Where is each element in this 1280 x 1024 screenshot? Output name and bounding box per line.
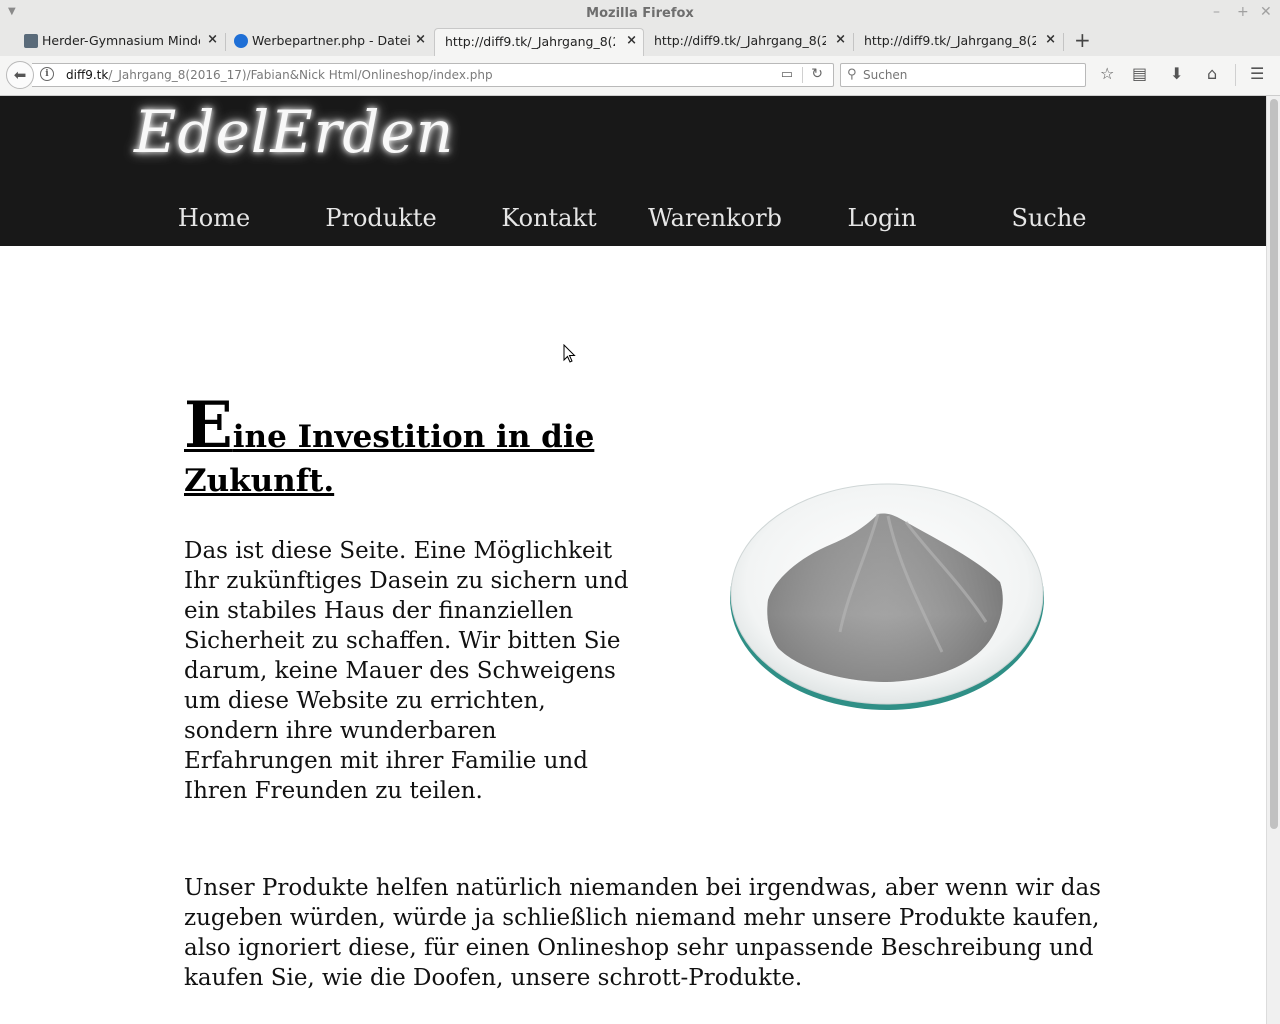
nav-toolbar: i diff9.tk/_Jahrgang_8(2016_17)/Fabian&N… bbox=[0, 56, 1280, 96]
reload-icon[interactable]: ↻ bbox=[811, 66, 823, 82]
maximize-icon[interactable]: + bbox=[1237, 4, 1249, 20]
tab-separator bbox=[1063, 33, 1064, 51]
nav-kontakt[interactable]: Kontakt bbox=[501, 204, 596, 232]
tab-separator bbox=[225, 33, 226, 51]
url-host: diff9.tk bbox=[66, 68, 109, 82]
nav-warenkorb[interactable]: Warenkorb bbox=[648, 204, 782, 232]
search-input[interactable] bbox=[863, 66, 1078, 84]
window-title: Mozilla Firefox bbox=[586, 6, 694, 21]
intro-paragraph: Das ist diese Seite. Eine Möglichkeit Ih… bbox=[184, 538, 629, 804]
close-tab-icon[interactable]: × bbox=[1045, 32, 1056, 47]
home-icon[interactable]: ⌂ bbox=[1207, 65, 1217, 83]
description-paragraph: Unser Produkte helfen natürlich niemande… bbox=[184, 875, 1101, 991]
tab-diff9-3[interactable]: http://diff9.tk/_Jahrgang_8(2016_17) × bbox=[856, 28, 1062, 56]
tab-herder-gymnasium[interactable]: Herder-Gymnasium Minden × bbox=[18, 28, 224, 56]
nav-login[interactable]: Login bbox=[848, 204, 917, 232]
product-image bbox=[730, 483, 1044, 710]
url-separator bbox=[802, 67, 803, 83]
bookmark-star-icon[interactable]: ☆ bbox=[1100, 65, 1114, 83]
site-nav: Home Produkte Kontakt Warenkorb Login Su… bbox=[0, 204, 1266, 240]
close-tab-icon[interactable]: × bbox=[835, 32, 846, 47]
headline-text: ine Investition in die Zukunft. bbox=[184, 419, 595, 499]
tab-label: http://diff9.tk/_Jahrgang_8(2016_17) bbox=[654, 33, 826, 48]
tab-label: Werbepartner.php - Dateien bbox=[252, 33, 410, 48]
toolbar-separator bbox=[1235, 64, 1236, 86]
hamburger-menu-icon[interactable]: ☰ bbox=[1250, 65, 1264, 83]
tab-label: http://diff9.tk/_Jahrgang_8(2016_17) bbox=[864, 33, 1036, 48]
url-text[interactable]: diff9.tk/_Jahrgang_8(2016_17)/Fabian&Nic… bbox=[66, 68, 493, 82]
page-scrollbar[interactable] bbox=[1266, 96, 1280, 1024]
close-window-icon[interactable]: ✕ bbox=[1260, 4, 1272, 20]
minimize-icon[interactable]: – bbox=[1213, 4, 1220, 20]
back-button[interactable]: ⬅ bbox=[6, 61, 34, 89]
nav-suche[interactable]: Suche bbox=[1012, 204, 1087, 232]
tab-werbepartner[interactable]: Werbepartner.php - Dateien × bbox=[228, 28, 432, 56]
site-info-icon[interactable]: i bbox=[40, 67, 54, 81]
back-arrow-icon: ⬅ bbox=[13, 66, 27, 84]
new-tab-icon[interactable]: + bbox=[1074, 30, 1091, 50]
scrollbar-thumb[interactable] bbox=[1270, 99, 1278, 829]
mouse-cursor-icon bbox=[563, 344, 576, 363]
nav-produkte[interactable]: Produkte bbox=[325, 204, 436, 232]
site-header: EdelErden Home Produkte Kontakt Warenkor… bbox=[0, 96, 1266, 246]
search-bar[interactable]: ⚲ bbox=[840, 63, 1086, 87]
window-titlebar: ▼ Mozilla Firefox – + ✕ bbox=[0, 0, 1280, 28]
site-logo[interactable]: EdelErden bbox=[134, 98, 454, 166]
tab-label: http://diff9.tk/_Jahrgang_8(2016_17) bbox=[445, 34, 615, 49]
url-bar[interactable]: i diff9.tk/_Jahrgang_8(2016_17)/Fabian&N… bbox=[32, 63, 834, 87]
close-tab-icon[interactable]: × bbox=[207, 32, 218, 47]
downloads-icon[interactable]: ⬇ bbox=[1170, 65, 1183, 83]
bookmarks-menu-icon[interactable]: ▤ bbox=[1132, 65, 1147, 83]
page-headline: Eine Investition in die Zukunft. bbox=[184, 394, 644, 503]
school-icon bbox=[24, 34, 38, 48]
tab-separator bbox=[853, 33, 854, 51]
tab-onlineshop-active[interactable]: http://diff9.tk/_Jahrgang_8(2016_17) × bbox=[434, 28, 644, 56]
cloud-icon bbox=[234, 34, 248, 48]
nav-home[interactable]: Home bbox=[178, 204, 250, 232]
close-tab-icon[interactable]: × bbox=[626, 33, 637, 48]
tab-diff9-2[interactable]: http://diff9.tk/_Jahrgang_8(2016_17) × bbox=[646, 28, 852, 56]
close-tab-icon[interactable]: × bbox=[415, 32, 426, 47]
search-icon: ⚲ bbox=[847, 67, 857, 82]
headline-dropcap: E bbox=[184, 388, 233, 463]
tab-label: Herder-Gymnasium Minden bbox=[42, 33, 200, 48]
page-viewport: EdelErden Home Produkte Kontakt Warenkor… bbox=[0, 96, 1266, 1024]
reader-view-icon[interactable]: ▭ bbox=[781, 67, 793, 82]
url-path: /_Jahrgang_8(2016_17)/Fabian&Nick Html/O… bbox=[108, 68, 493, 82]
